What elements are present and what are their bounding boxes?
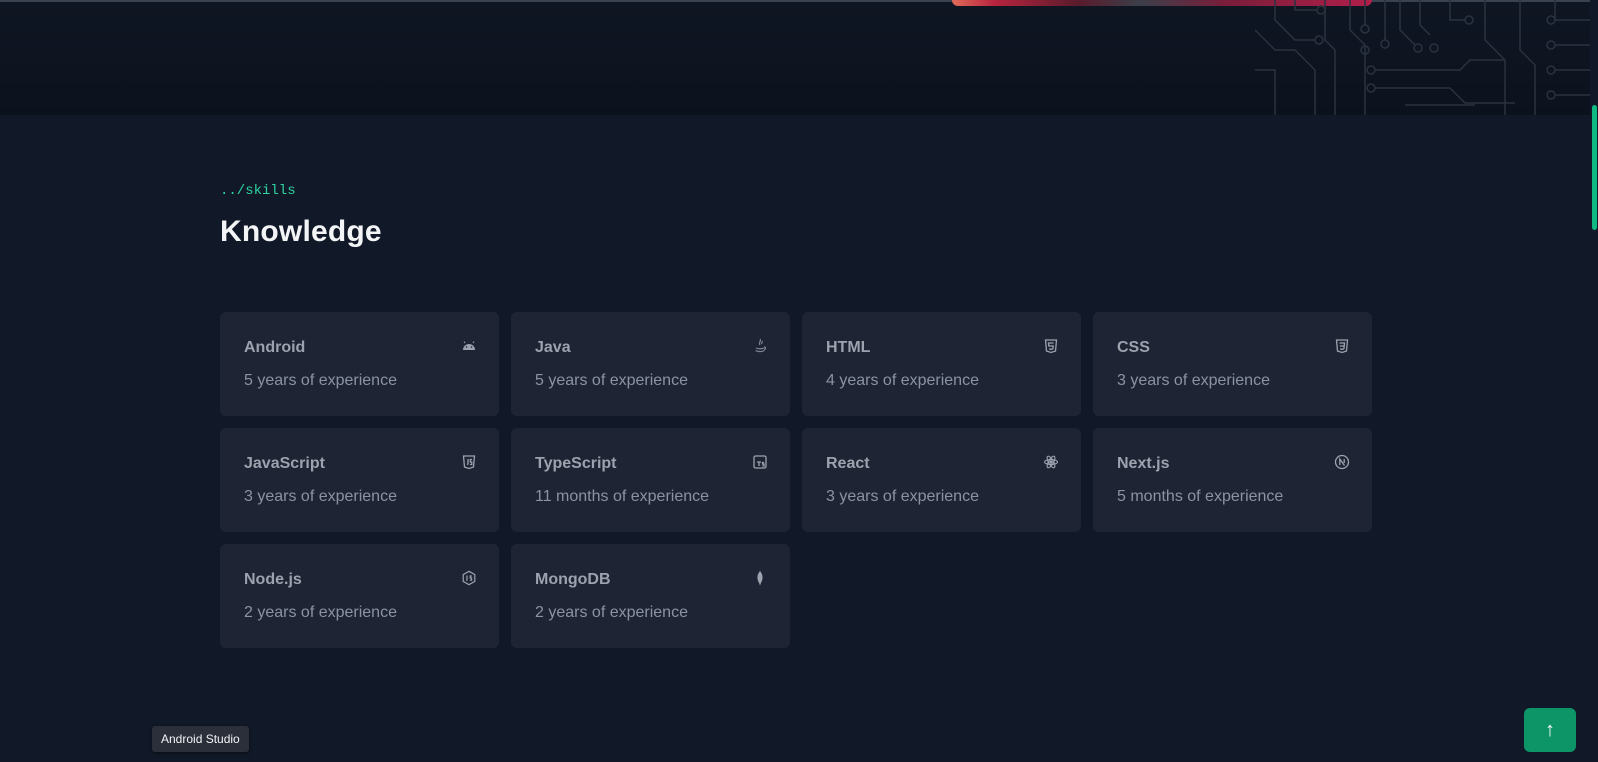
skill-experience: 3 years of experience — [826, 488, 979, 505]
skill-name: JavaScript — [244, 455, 325, 472]
skill-name: Node.js — [244, 571, 302, 588]
skill-card-javascript[interactable]: JavaScript 3 years of experience — [220, 428, 499, 532]
skill-card-typescript[interactable]: TypeScript 11 months of experience — [511, 428, 790, 532]
typescript-icon — [752, 454, 768, 470]
section-title: Knowledge — [220, 215, 382, 248]
scroll-to-top-button[interactable]: ↑ — [1524, 708, 1576, 752]
skill-experience: 11 months of experience — [535, 488, 710, 505]
mongodb-icon — [752, 570, 768, 586]
skill-experience: 5 years of experience — [244, 372, 397, 389]
skill-experience: 5 years of experience — [535, 372, 688, 389]
skill-experience: 2 years of experience — [535, 604, 688, 621]
skill-name: Android — [244, 339, 306, 356]
skill-name: HTML — [826, 339, 871, 356]
skill-card-mongodb[interactable]: MongoDB 2 years of experience — [511, 544, 790, 648]
skill-tooltip: Android Studio — [152, 726, 249, 752]
arrow-up-icon: ↑ — [1545, 718, 1555, 741]
skill-card-java[interactable]: Java 5 years of experience — [511, 312, 790, 416]
nodejs-icon — [461, 570, 477, 586]
android-icon — [461, 338, 477, 354]
css3-icon — [1334, 338, 1350, 354]
skill-card-react[interactable]: React 3 years of experience — [802, 428, 1081, 532]
section-breadcrumb: ../skills — [220, 183, 296, 199]
skill-card-html[interactable]: HTML 4 years of experience — [802, 312, 1081, 416]
skill-card-nextjs[interactable]: Next.js 5 months of experience — [1093, 428, 1372, 532]
skill-experience: 3 years of experience — [244, 488, 397, 505]
skill-name: Next.js — [1117, 455, 1170, 472]
skill-name: Java — [535, 339, 571, 356]
skill-card-nodejs[interactable]: Node.js 2 years of experience — [220, 544, 499, 648]
skill-name: React — [826, 455, 870, 472]
page-scrollbar[interactable] — [1590, 0, 1598, 762]
skill-experience: 4 years of experience — [826, 372, 979, 389]
skill-card-android[interactable]: Android 5 years of experience — [220, 312, 499, 416]
javascript-icon — [461, 454, 477, 470]
skills-grid: Android 5 years of experience Java 5 yea… — [220, 312, 1372, 648]
scrollbar-thumb[interactable] — [1592, 105, 1597, 230]
skill-card-css[interactable]: CSS 3 years of experience — [1093, 312, 1372, 416]
skill-experience: 5 months of experience — [1117, 488, 1284, 505]
nextjs-icon — [1334, 454, 1350, 470]
circuit-pattern-decoration — [1255, 0, 1595, 115]
html5-icon — [1043, 338, 1059, 354]
skill-experience: 3 years of experience — [1117, 372, 1270, 389]
skill-name: MongoDB — [535, 571, 611, 588]
java-icon — [752, 338, 768, 354]
skill-experience: 2 years of experience — [244, 604, 397, 621]
skill-name: TypeScript — [535, 455, 617, 472]
react-icon — [1043, 454, 1059, 470]
hero-bottom-band — [0, 0, 1598, 115]
skills-section: ../skills Knowledge Android 5 years of e… — [0, 115, 1598, 762]
skill-name: CSS — [1117, 339, 1150, 356]
